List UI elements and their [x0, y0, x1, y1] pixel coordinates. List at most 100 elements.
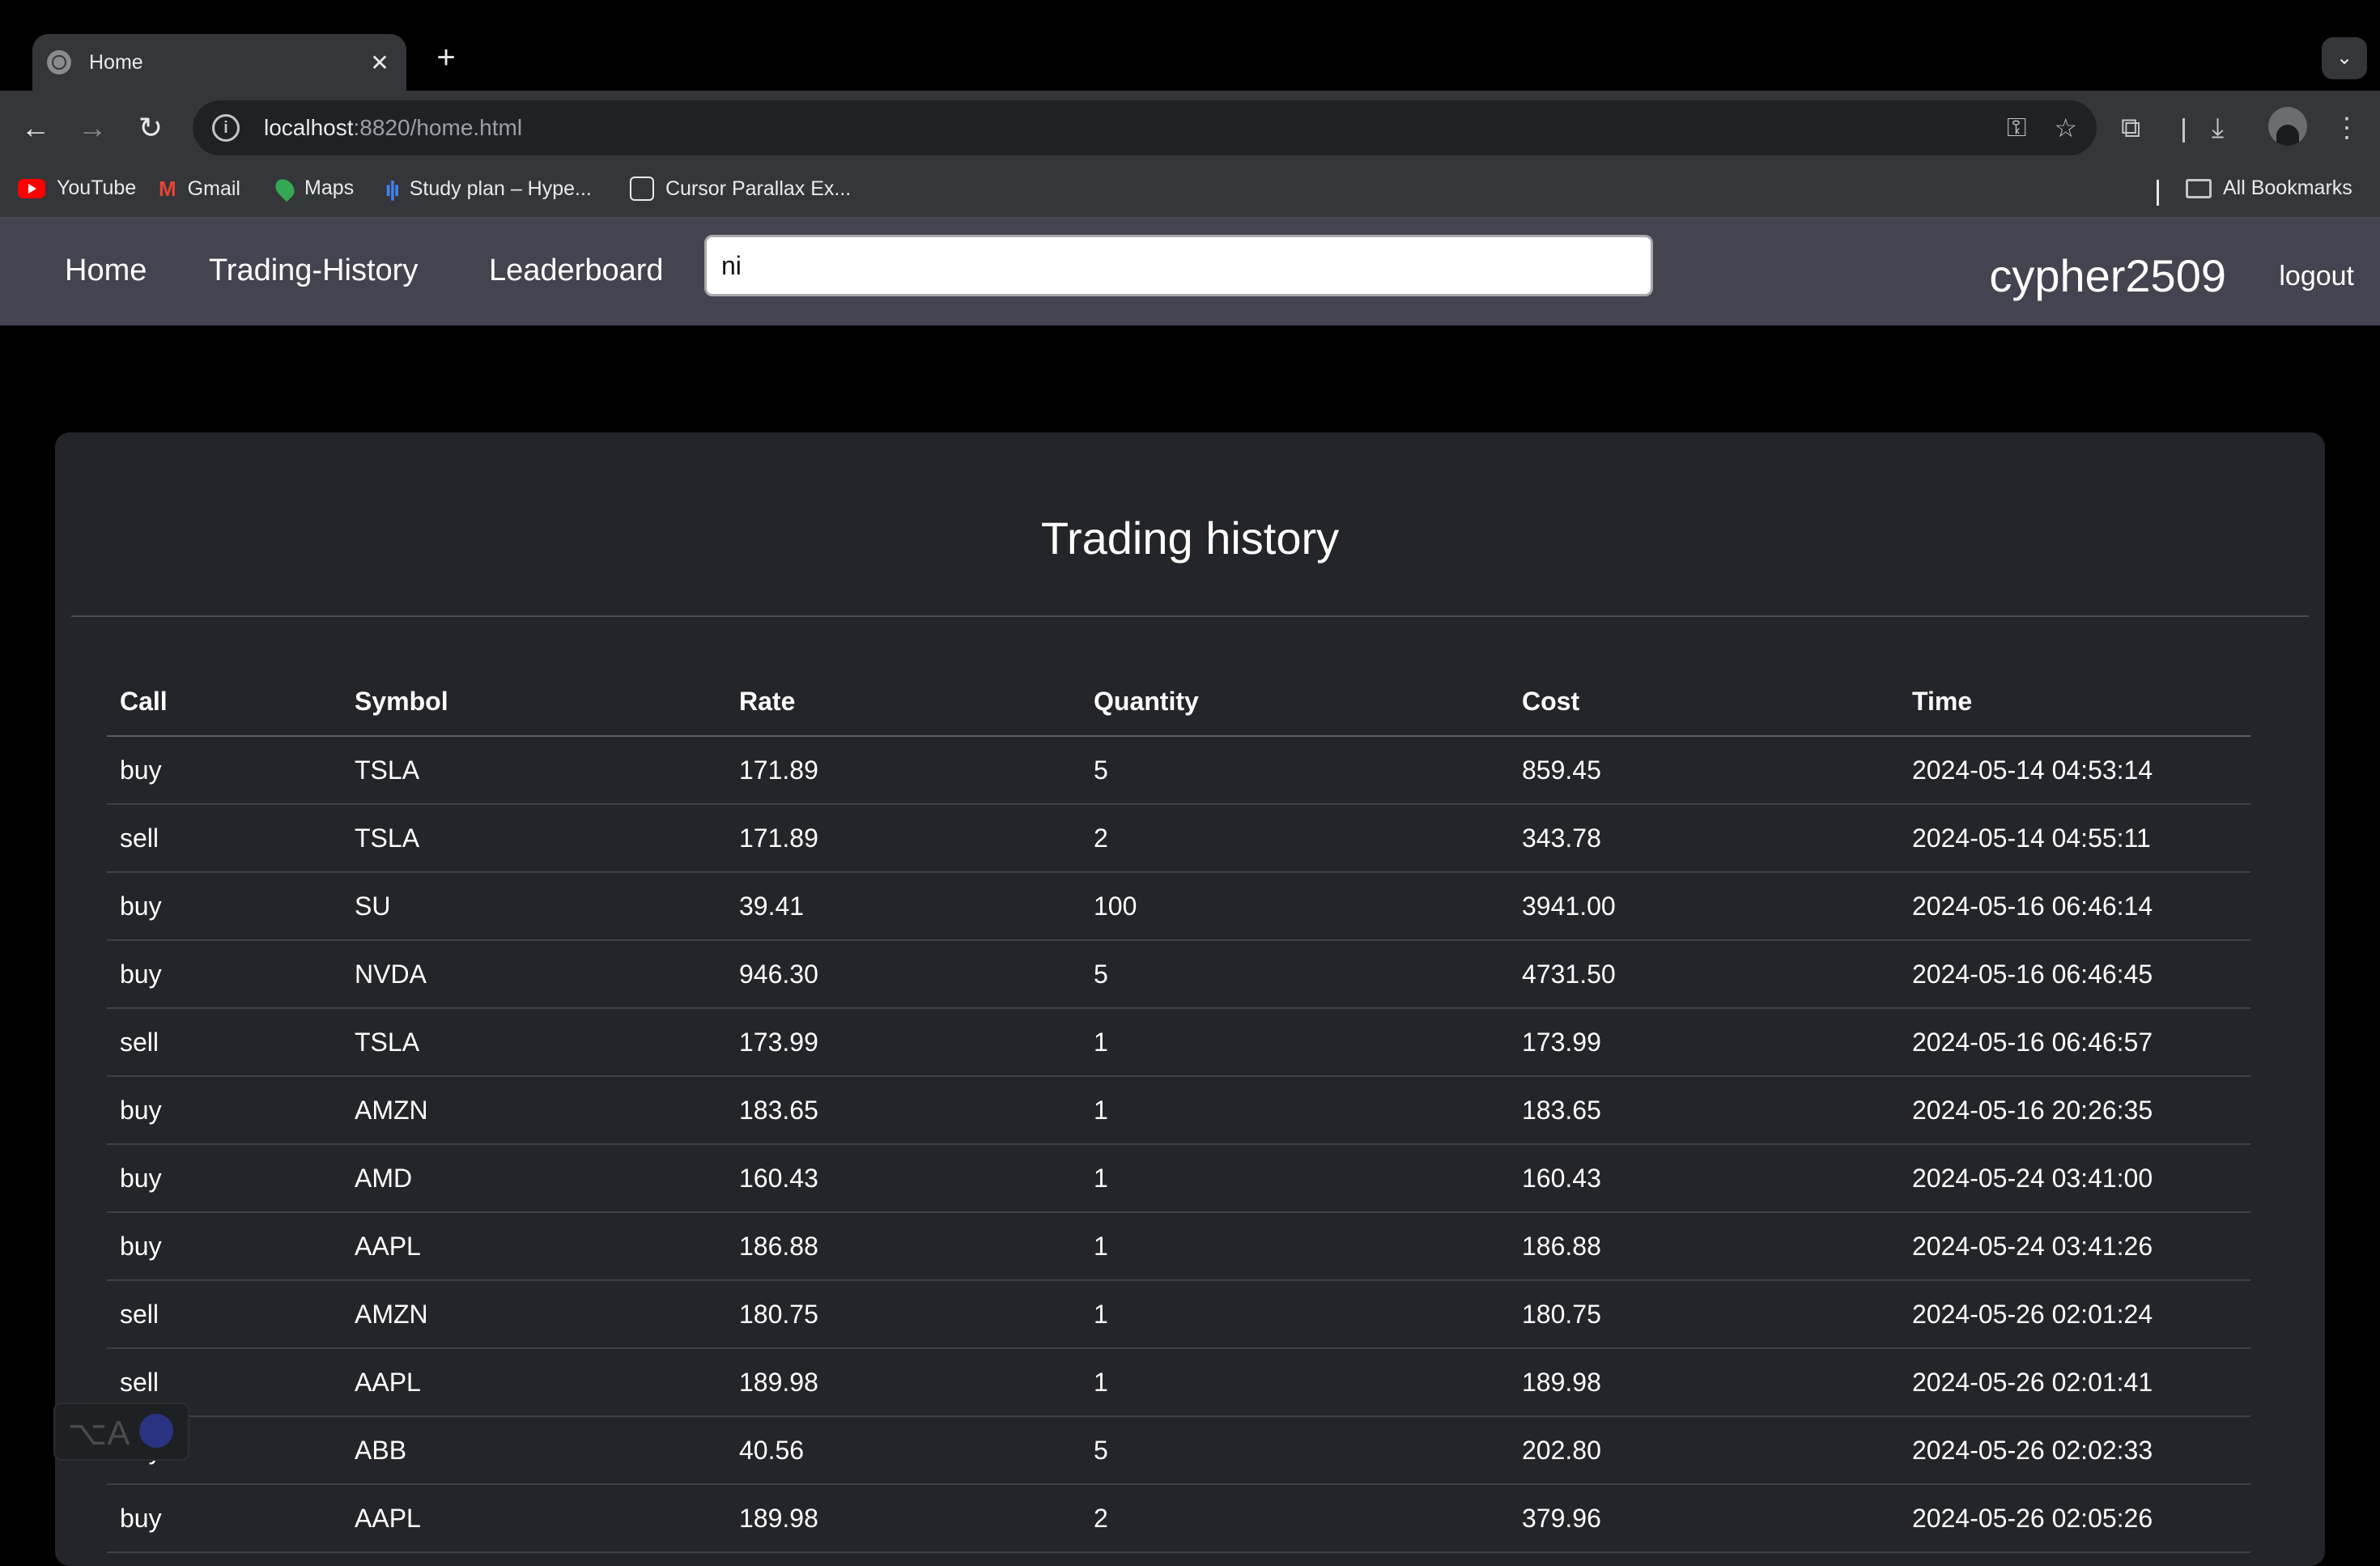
cell-quantity: 1	[1094, 1163, 1108, 1193]
cell-call: buy	[120, 891, 162, 921]
cell-quantity: 2	[1094, 823, 1108, 853]
cell-cost: 379.96	[1522, 1503, 1601, 1533]
star-icon[interactable]: ☆	[2054, 113, 2077, 143]
table-row: buy SU 39.41 100 3941.00 2024-05-16 06:46:14	[107, 872, 2250, 940]
table-row: buyABB40.565202.802024-05-26 02:02:33	[107, 1416, 2250, 1484]
column-header-symbol: Symbol	[355, 686, 448, 716]
bookmark-gmail[interactable]: M Gmail	[159, 177, 240, 202]
column-header-call: Call	[120, 686, 168, 716]
tab-search-chevron-icon[interactable]: ⌄	[2322, 37, 2367, 79]
bookmark-youtube[interactable]: YouTube	[18, 177, 136, 200]
cell-time: 2024-05-26 02:02:33	[1912, 1435, 2153, 1465]
cell-cost: 343.78	[1522, 823, 1601, 853]
cell-cost: 186.88	[1522, 1231, 1601, 1261]
cell-cost: 180.75	[1522, 1299, 1601, 1329]
key-icon[interactable]: ⚿	[2007, 113, 2026, 143]
cell-time: 2024-05-16 06:46:45	[1912, 959, 2153, 989]
cell-quantity: 1	[1094, 1231, 1108, 1261]
table-row: buy AAPL 189.98 2 379.96 2024-05-26 02:05:26	[107, 1484, 2250, 1552]
back-arrow-icon[interactable]: ←	[13, 105, 58, 151]
table-row: sell TSLA 173.99 1 173.99 2024-05-16 06:46:57	[107, 1008, 2250, 1076]
bookmark-label: Cursor Parallax Ex...	[665, 177, 852, 200]
bookmark-label: Gmail	[187, 177, 240, 200]
extensions-icon[interactable]: ⧉	[2121, 105, 2140, 151]
forward-arrow-icon[interactable]: →	[70, 105, 115, 151]
floating-indicator-dot	[139, 1414, 173, 1448]
trading-history-table: Call Symbol Rate Quantity Cost Time buy T…	[107, 667, 2250, 1553]
tab-close-icon[interactable]: ✕	[368, 49, 392, 76]
table-row: buy TSLA 171.89 5 859.45 2024-05-14 04:53:14	[107, 736, 2250, 804]
profile-avatar[interactable]	[2268, 107, 2307, 146]
bookmark-study-plan[interactable]: ı|ı Study plan – Hype...	[385, 177, 592, 202]
cell-cost: 3941.00	[1522, 891, 1616, 921]
table-row: buy AAPL 186.88 1 186.88 2024-05-24 03:41:26	[107, 1212, 2250, 1280]
bookmark-label: Study plan – Hype...	[409, 177, 592, 200]
bookmark-label: YouTube	[57, 177, 137, 199]
cell-symbol: AMZN	[355, 1095, 428, 1125]
table-row: buy AMD 160.43 1 160.43 2024-05-24 03:41:00	[107, 1144, 2250, 1212]
reload-icon[interactable]: ↻	[128, 105, 173, 151]
logout-link[interactable]: logout	[2279, 256, 2354, 296]
all-bookmarks[interactable]: All Bookmarks	[2186, 177, 2352, 200]
address-bar[interactable]: i localhost:8820/home.html ⚿ ☆	[193, 100, 2097, 155]
url-host: localhost	[264, 115, 354, 140]
gmail-icon: M	[159, 177, 176, 201]
cell-call: buy	[120, 1503, 162, 1533]
cell-call: buy	[120, 1095, 162, 1125]
menu-dots-icon[interactable]: ⋮	[2333, 105, 2361, 151]
cell-cost: 160.43	[1522, 1163, 1601, 1193]
cell-quantity: 5	[1094, 755, 1108, 785]
cell-quantity: 1	[1094, 1367, 1108, 1397]
site-info-icon[interactable]: i	[212, 114, 240, 142]
nav-home-link[interactable]: Home	[65, 246, 147, 295]
maps-icon	[271, 175, 299, 202]
cell-symbol: NVDA	[355, 959, 427, 989]
cell-quantity: 5	[1094, 959, 1108, 989]
table-row: sell AAPL 189.98 1 189.98 2024-05-26 02:01:41	[107, 1348, 2250, 1416]
youtube-icon	[18, 178, 45, 198]
cell-rate: 40.56	[739, 1435, 805, 1465]
new-tab-button[interactable]: +	[426, 37, 466, 78]
folder-icon	[2186, 178, 2212, 198]
table-row: buy NVDA 946.30 5 4731.50 2024-05-16 06:46:45	[107, 940, 2250, 1008]
cell-call: buy	[120, 755, 162, 785]
cell-quantity: 1	[1094, 1299, 1108, 1329]
stock-search-input[interactable]	[704, 235, 1653, 296]
nav-leaderboard-link[interactable]: Leaderboard	[489, 246, 664, 295]
all-bookmarks-label: All Bookmarks	[2223, 177, 2352, 199]
cell-symbol: AAPL	[355, 1367, 421, 1397]
cell-call: sell	[120, 1027, 159, 1057]
cell-symbol: SU	[355, 891, 391, 921]
cell-rate: 160.43	[739, 1163, 818, 1193]
cell-rate: 171.89	[739, 823, 818, 853]
table-row: sell AMZN 180.75 1 180.75 2024-05-26 02:01:24	[107, 1280, 2250, 1348]
url-text[interactable]: localhost:8820/home.html	[264, 115, 1979, 141]
cell-quantity: 100	[1094, 891, 1137, 921]
table-header-row: Call Symbol Rate Quantity Cost Time	[107, 667, 2250, 736]
download-icon[interactable]: ⤓	[2212, 105, 2224, 151]
browser-toolbar: ← → ↻ i localhost:8820/home.html ⚿ ☆ ⧉ ⤓…	[0, 91, 2380, 165]
cell-call: buy	[120, 1231, 162, 1261]
cell-symbol: AAPL	[355, 1231, 421, 1261]
cell-time: 2024-05-16 06:46:14	[1912, 891, 2153, 921]
cell-call: sell	[120, 1299, 159, 1329]
cell-time: 2024-05-24 03:41:26	[1912, 1231, 2153, 1261]
bookmark-maps[interactable]: Maps	[271, 175, 354, 202]
cell-time: 2024-05-26 02:01:41	[1912, 1367, 2153, 1397]
cell-symbol: AMZN	[355, 1299, 428, 1329]
browser-tab[interactable]: Home ✕	[32, 34, 406, 91]
cell-cost: 859.45	[1522, 755, 1601, 785]
nav-trading-history-link[interactable]: Trading-History	[209, 246, 418, 295]
tab-title: Home	[89, 50, 143, 74]
bookmark-cursor-parallax[interactable]: Cursor Parallax Ex...	[630, 177, 851, 201]
codepen-icon	[630, 177, 654, 201]
column-header-rate: Rate	[739, 686, 796, 716]
cell-time: 2024-05-26 02:01:24	[1912, 1299, 2153, 1329]
cell-rate: 189.98	[739, 1503, 818, 1533]
cell-time: 2024-05-14 04:55:11	[1912, 823, 2151, 853]
cell-symbol: AAPL	[355, 1503, 421, 1533]
toolbar-divider	[2182, 118, 2185, 143]
cell-time: 2024-05-16 20:26:35	[1912, 1095, 2153, 1125]
username: cypher2509	[1989, 250, 2226, 301]
cell-rate: 946.30	[739, 959, 818, 989]
